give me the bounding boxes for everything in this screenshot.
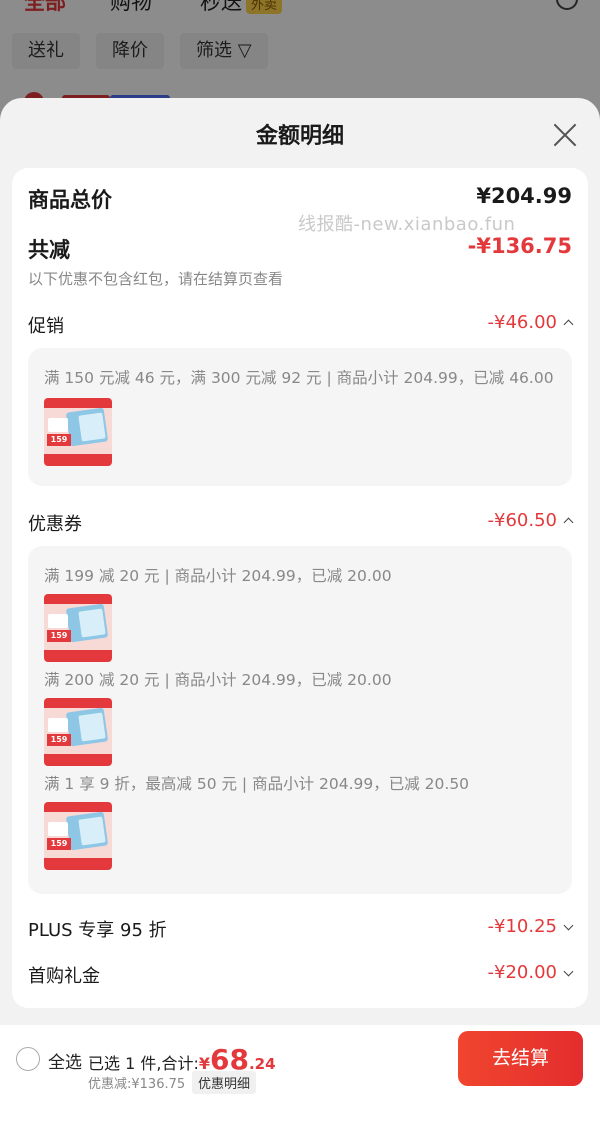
coupon-rule: 满 199 减 20 元 | 商品小计 204.99，已减 20.00	[44, 567, 392, 585]
amount-detail-sheet: 金额明细 商品总价 ¥204.99 线报酷-new.xianbao.fun 共减…	[0, 98, 600, 1139]
total-reduce-value: -¥136.75	[467, 234, 572, 258]
promo-detail-box: 满 150 元减 46 元，满 300 元减 92 元 | 商品小计 204.9…	[28, 348, 572, 486]
coupon-detail-box: 满 199 减 20 元 | 商品小计 204.99，已减 20.00 159 …	[28, 546, 572, 894]
chevron-up-icon	[563, 517, 574, 527]
detail-card: 商品总价 ¥204.99 线报酷-new.xianbao.fun 共减 -¥13…	[12, 168, 588, 1008]
product-thumbnail: 159	[44, 594, 112, 662]
sheet-title: 金额明细	[255, 124, 344, 149]
thumbnail-price: 159	[47, 838, 71, 850]
thumbnail-price: 159	[47, 434, 71, 446]
coupon-rule: 满 200 减 20 元 | 商品小计 204.99，已减 20.00	[44, 671, 392, 689]
first-purchase-toggle[interactable]: -¥20.00	[487, 962, 574, 983]
coupon-toggle[interactable]: -¥60.50	[487, 510, 574, 531]
first-purchase-value: -¥20.00	[487, 962, 557, 983]
discount-detail-link[interactable]: 优惠明细	[192, 1071, 257, 1094]
plus-discount-label: PLUS 专享 95 折	[28, 920, 167, 941]
select-all-label[interactable]: 全选	[48, 1048, 82, 1073]
plus-discount-value: -¥10.25	[487, 916, 557, 937]
coupon-rule: 满 1 享 9 折，最高减 50 元 | 商品小计 204.99，已减 20.5…	[44, 775, 470, 793]
promo-toggle[interactable]: -¥46.00	[487, 312, 574, 333]
chevron-down-icon	[563, 966, 574, 976]
coupon-label: 优惠券	[28, 514, 82, 535]
total-reduce-label: 共减	[28, 238, 70, 262]
thumbnail-price: 159	[47, 734, 71, 746]
total-price-value: ¥204.99	[476, 184, 572, 208]
watermark: 线报酷-new.xianbao.fun	[298, 214, 516, 235]
coupon-value: -¥60.50	[487, 510, 557, 531]
product-thumbnail: 159	[44, 802, 112, 870]
chevron-down-icon	[563, 920, 574, 930]
promo-value: -¥46.00	[487, 312, 557, 333]
selected-count: 已选 1 件,合计:	[88, 1054, 199, 1073]
select-all-checkbox[interactable]	[16, 1047, 40, 1071]
first-purchase-label: 首购礼金	[28, 966, 100, 987]
product-thumbnail: 159	[44, 398, 112, 466]
product-thumbnail: 159	[44, 698, 112, 766]
promo-label: 促销	[28, 316, 64, 337]
discount-summary: 优惠减:¥136.75	[88, 1077, 186, 1092]
close-icon[interactable]	[548, 118, 582, 152]
plus-discount-toggle[interactable]: -¥10.25	[487, 916, 574, 937]
thumbnail-price: 159	[47, 630, 71, 642]
promo-rule: 满 150 元减 46 元，满 300 元减 92 元 | 商品小计 204.9…	[44, 369, 554, 387]
checkout-button[interactable]: 去结算	[458, 1031, 583, 1086]
chevron-up-icon	[563, 319, 574, 329]
red-packet-note: 以下优惠不包含红包，请在结算页查看	[28, 270, 284, 288]
total-price-label: 商品总价	[28, 188, 112, 212]
checkout-bar: 全选 已选 1 件,合计:¥68.24 优惠减:¥136.75 优惠明细 去结算	[0, 1025, 600, 1139]
